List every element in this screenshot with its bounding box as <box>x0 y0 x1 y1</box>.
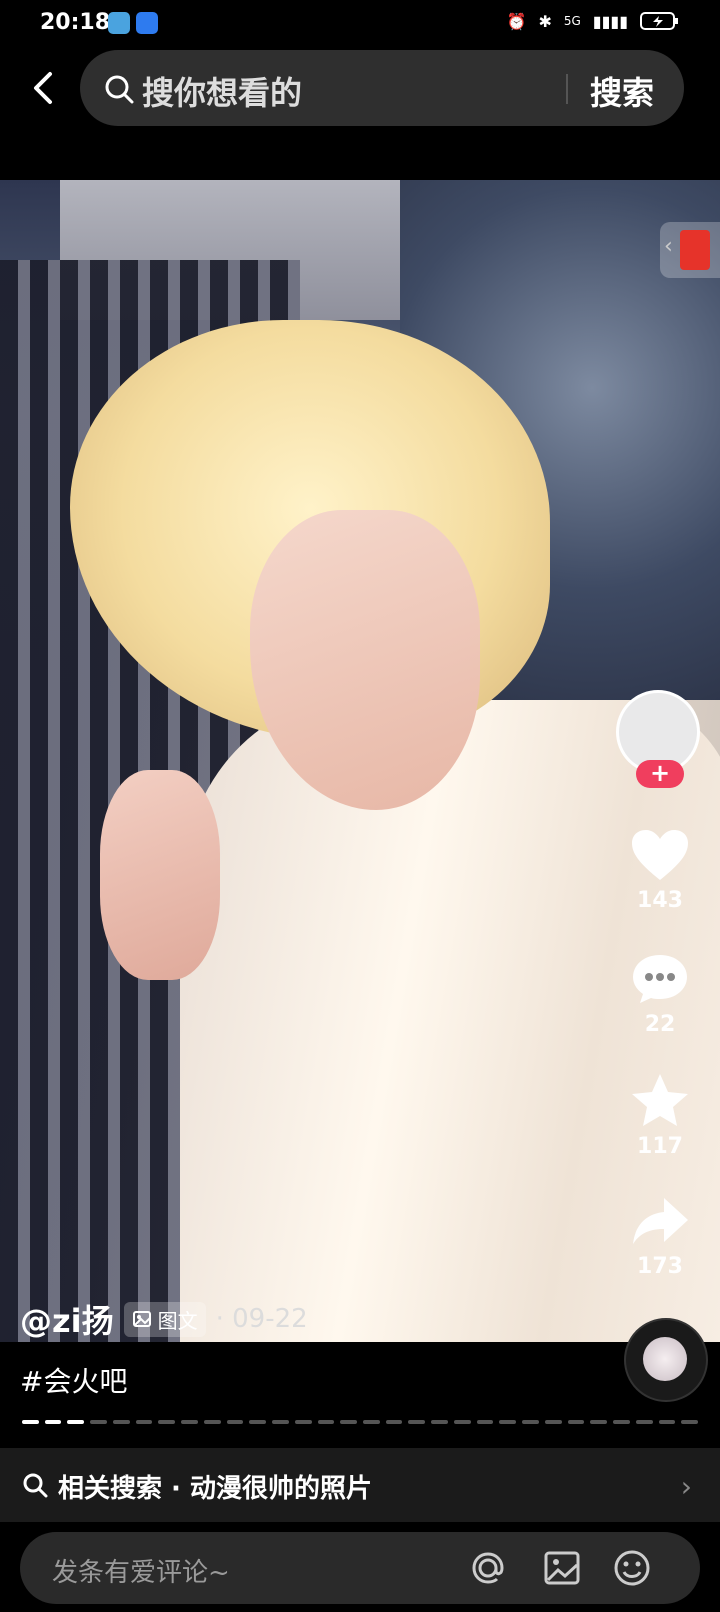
page-dot <box>590 1420 608 1424</box>
page-dot <box>340 1420 358 1424</box>
chevron-right-icon: › <box>680 1470 692 1503</box>
related-search-bar[interactable]: 相关搜索 · 动漫很帅的照片 › <box>0 1448 720 1522</box>
emoji-icon[interactable] <box>612 1548 652 1588</box>
page-dot <box>635 1420 653 1424</box>
signal-icon: ▮▮▮▮ <box>592 11 628 31</box>
page-dot <box>67 1420 85 1424</box>
page-dot <box>44 1420 62 1424</box>
page-dot <box>681 1420 699 1424</box>
post-date: · 09-22 <box>215 1304 308 1334</box>
page-dot <box>249 1420 267 1424</box>
page-dot <box>453 1420 471 1424</box>
comment-button[interactable]: 22 <box>614 952 706 1037</box>
alarm-icon: ⏰ <box>506 11 527 31</box>
share-arrow-icon <box>633 1198 688 1244</box>
page-dot <box>226 1420 244 1424</box>
page-dot <box>135 1420 153 1424</box>
post-hashtag[interactable]: #会火吧 <box>20 1360 127 1400</box>
page-dot <box>499 1420 517 1424</box>
red-packet-icon <box>680 230 710 270</box>
network-label: 5G <box>563 14 581 28</box>
page-dot <box>317 1420 335 1424</box>
page-dot <box>544 1420 562 1424</box>
favorite-button[interactable]: 117 <box>614 1072 706 1159</box>
chevron-left-icon: ‹ <box>664 234 673 259</box>
page-dot <box>272 1420 289 1424</box>
red-packet-widget[interactable]: ‹ <box>660 222 720 278</box>
search-box[interactable]: 搜你想看的 搜索 <box>80 50 684 126</box>
author-avatar-group: + <box>614 690 706 802</box>
author-name[interactable]: @zi扬 <box>20 1296 114 1342</box>
back-arrow-icon[interactable] <box>26 68 62 108</box>
comment-count: 22 <box>644 1012 676 1037</box>
music-cover <box>643 1337 687 1381</box>
heart-icon <box>632 830 688 880</box>
image-icon <box>132 1311 151 1327</box>
page-dot <box>181 1420 198 1424</box>
page-dot <box>408 1420 426 1424</box>
page-dot <box>476 1420 494 1424</box>
page-dot <box>90 1420 107 1424</box>
post-meta: @zi扬 图文 · 09-22 <box>20 1296 308 1342</box>
post-type-badge: 图文 <box>123 1301 206 1337</box>
page-dot <box>363 1420 380 1424</box>
comment-input-bar: 发条有爱评论~ <box>20 1532 700 1604</box>
page-dot <box>385 1420 403 1424</box>
search-icon <box>23 1473 48 1498</box>
post-image[interactable] <box>0 180 720 1342</box>
music-disc[interactable] <box>624 1318 708 1402</box>
search-icon <box>105 75 134 104</box>
status-indicators: ⏰ ✱ 5G ▮▮▮▮ <box>507 11 680 31</box>
like-button[interactable]: 143 <box>614 828 706 913</box>
book-app-icon <box>108 12 130 34</box>
at-mention-icon[interactable] <box>468 1548 508 1588</box>
follow-button[interactable]: + <box>636 760 684 788</box>
share-button[interactable]: 173 <box>614 1194 706 1279</box>
comment-input[interactable]: 发条有爱评论~ <box>52 1552 230 1589</box>
page-dot <box>112 1420 130 1424</box>
page-dot <box>431 1420 448 1424</box>
search-button[interactable]: 搜索 <box>590 68 654 114</box>
page-dot <box>522 1420 539 1424</box>
photo-hand <box>100 770 220 980</box>
status-bar: 20:18 ⏰ ✱ 5G ▮▮▮▮ <box>0 0 720 48</box>
page-dot <box>294 1420 312 1424</box>
browser-app-icon <box>136 12 158 34</box>
page-dot <box>567 1420 585 1424</box>
image-picker-icon[interactable] <box>542 1548 582 1588</box>
status-time: 20:18 <box>40 10 111 35</box>
bluetooth-icon: ✱ <box>538 11 552 31</box>
page-dot <box>158 1420 176 1424</box>
post-type-label: 图文 <box>157 1308 198 1333</box>
star-icon <box>632 1074 688 1126</box>
favorite-count: 117 <box>637 1134 683 1159</box>
comment-icon <box>633 955 687 1003</box>
top-bar: 搜你想看的 搜索 <box>0 48 720 128</box>
like-count: 143 <box>637 888 683 913</box>
page-dot <box>613 1420 630 1424</box>
page-dot <box>658 1420 676 1424</box>
search-input[interactable]: 搜你想看的 <box>142 68 302 114</box>
share-count: 173 <box>637 1254 683 1279</box>
search-divider <box>566 74 568 104</box>
related-search-label: 相关搜索 · 动漫很帅的照片 <box>58 1474 372 1504</box>
page-indicator <box>22 1420 699 1424</box>
battery-icon <box>640 12 678 30</box>
page-dot <box>22 1420 39 1424</box>
page-dot <box>203 1420 221 1424</box>
